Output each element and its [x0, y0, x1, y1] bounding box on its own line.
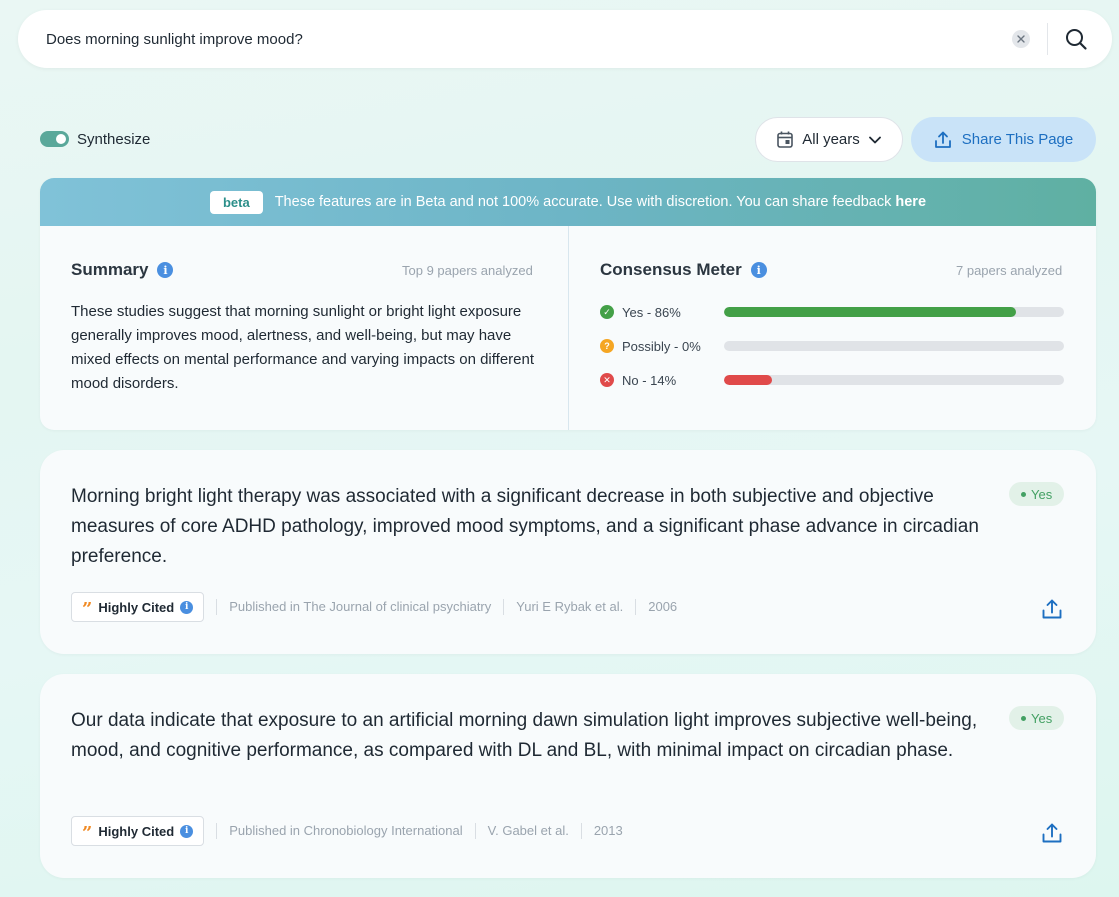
summary-title: Summary	[71, 260, 149, 279]
close-icon	[1017, 35, 1025, 43]
result-card[interactable]: Our data indicate that exposure to an ar…	[40, 674, 1096, 878]
search-bar	[18, 10, 1112, 68]
consensus-meta: 7 papers analyzed	[956, 263, 1063, 278]
feedback-link[interactable]: here	[895, 194, 926, 210]
meter-row-possibly: ? Possibly - 0%	[600, 337, 1064, 355]
synthesize-row: Synthesize	[40, 128, 150, 150]
highly-cited-badge[interactable]: ” Highly Cited i	[71, 592, 205, 622]
result-card[interactable]: Morning bright light therapy was associa…	[40, 450, 1096, 654]
check-icon: ✓	[600, 305, 614, 319]
cross-icon: ✕	[600, 373, 614, 387]
beta-notice: These features are in Beta and not 100% …	[275, 194, 926, 210]
synthesis-body: Summary i Top 9 papers analyzed These st…	[40, 226, 1096, 430]
highly-cited-label: Highly Cited	[98, 823, 175, 839]
meter-track	[724, 375, 1064, 385]
yes-dot-icon	[1021, 491, 1026, 497]
toggle-knob	[56, 134, 66, 144]
meter-track	[724, 341, 1064, 351]
search-button[interactable]	[1064, 27, 1088, 51]
search-input[interactable]	[46, 10, 946, 68]
meter-fill	[724, 375, 772, 385]
synthesize-label: Synthesize	[77, 130, 151, 148]
summary-meta: Top 9 papers analyzed	[402, 263, 533, 278]
authors: Yuri E Rybak et al.	[503, 599, 635, 615]
quote-icon: ”	[82, 823, 93, 844]
beta-badge: beta	[209, 190, 263, 214]
yes-dot-icon	[1021, 715, 1026, 721]
meter-row-no: ✕ No - 14%	[600, 371, 1064, 389]
calendar-icon	[777, 131, 794, 148]
meter-label: Yes - 86%	[622, 304, 681, 320]
share-icon	[1042, 599, 1062, 619]
info-icon[interactable]: i	[180, 600, 194, 614]
year: 2013	[580, 823, 635, 839]
consensus-title: Consensus Meter	[600, 260, 742, 279]
beta-banner: beta These features are in Beta and not …	[40, 178, 1096, 226]
meter-label: Possibly - 0%	[622, 338, 701, 354]
chevron-down-icon	[868, 136, 881, 143]
consensus-title-row: Consensus Meter i	[600, 260, 767, 280]
result-meta: ” Highly Cited i Published in The Journa…	[71, 592, 689, 622]
year: 2006	[635, 599, 689, 615]
info-icon[interactable]: i	[157, 262, 174, 278]
meter-row-yes: ✓ Yes - 86%	[600, 303, 1064, 321]
synthesize-toggle[interactable]	[40, 131, 69, 147]
years-dropdown[interactable]: All years	[755, 117, 903, 162]
question-icon: ?	[600, 339, 614, 353]
meter-track	[724, 307, 1064, 317]
quote-icon: ”	[82, 599, 93, 620]
answer-badge: Yes	[1009, 706, 1065, 730]
journal[interactable]: Published in Chronobiology International	[216, 823, 474, 839]
meter-label: No - 14%	[622, 372, 677, 388]
info-icon[interactable]: i	[750, 262, 767, 278]
beta-notice-text: These features are in Beta and not 100% …	[274, 194, 896, 210]
years-label: All years	[802, 131, 860, 148]
answer-label: Yes	[1031, 710, 1053, 726]
result-claim[interactable]: Our data indicate that exposure to an ar…	[71, 706, 981, 766]
summary-title-row: Summary i	[71, 260, 174, 280]
share-page-button[interactable]: Share This Page	[911, 117, 1096, 162]
share-icon	[934, 131, 951, 148]
share-result-button[interactable]	[1041, 822, 1063, 844]
share-result-button[interactable]	[1041, 598, 1063, 620]
search-divider	[1047, 23, 1048, 55]
answer-label: Yes	[1031, 486, 1053, 502]
panel-divider	[568, 226, 569, 430]
answer-badge: Yes	[1009, 482, 1065, 506]
highly-cited-label: Highly Cited	[98, 599, 175, 615]
synthesis-card: beta These features are in Beta and not …	[40, 178, 1096, 430]
search-icon	[1066, 29, 1087, 50]
info-icon[interactable]: i	[180, 824, 194, 838]
result-claim[interactable]: Morning bright light therapy was associa…	[71, 482, 981, 572]
journal[interactable]: Published in The Journal of clinical psy…	[216, 599, 503, 615]
clear-search-button[interactable]	[1012, 30, 1030, 48]
result-meta: ” Highly Cited i Published in Chronobiol…	[71, 816, 635, 846]
summary-text: These studies suggest that morning sunli…	[71, 303, 535, 392]
share-icon	[1042, 823, 1062, 843]
highly-cited-badge[interactable]: ” Highly Cited i	[71, 816, 205, 846]
meter-fill	[724, 307, 1017, 317]
share-page-label: Share This Page	[961, 131, 1074, 148]
authors: V. Gabel et al.	[474, 823, 581, 839]
